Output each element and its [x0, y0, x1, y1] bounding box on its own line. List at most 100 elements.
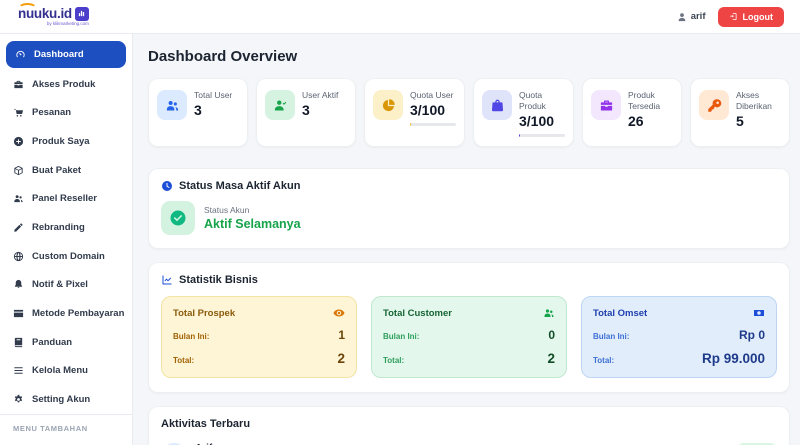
sidebar-item-label: Setting Akun	[32, 394, 90, 405]
stat-cards-row: Total User 3 User Aktif 3 Quota User 3/1…	[148, 78, 790, 147]
status-label: Status Akun	[204, 205, 301, 215]
logo-tagline: by klikmarketing.com	[18, 22, 89, 27]
main-content: Dashboard Overview Total User 3 User Akt…	[133, 34, 800, 445]
briefcase-icon	[591, 90, 621, 120]
stat-card-quota-produk: Quota Produk 3/100	[473, 78, 574, 147]
stat-row-value: 2	[547, 351, 555, 366]
sidebar-section-menu-tambahan: MENU TAMBAHAN	[0, 414, 132, 445]
stat-value: 3/100	[410, 102, 456, 118]
stat-label: Total User	[194, 90, 232, 101]
progress-fill	[519, 134, 520, 137]
stat-value: 3/100	[519, 113, 565, 129]
stat-row-value: Rp 0	[739, 328, 765, 342]
book-icon	[13, 337, 24, 348]
top-header: nuuku.id by klikmarketing.com arif Logou…	[0, 0, 800, 34]
stat-row-label: Total:	[173, 356, 194, 365]
pie-chart-icon	[373, 90, 403, 120]
stat-box-title: Total Prospek	[173, 308, 235, 319]
sidebar: Dashboard Akses Produk Pesanan Produk Sa…	[0, 34, 133, 445]
stats-section-title: Statistik Bisnis	[179, 274, 258, 286]
sidebar-item-label: Custom Domain	[32, 251, 105, 262]
stat-value: 5	[736, 113, 781, 129]
stat-card-produk-tersedia: Produk Tersedia 26	[582, 78, 682, 147]
key-icon	[699, 90, 729, 120]
page-title: Dashboard Overview	[148, 48, 790, 65]
globe-icon	[13, 251, 24, 262]
cart-icon	[13, 107, 24, 118]
shopping-bag-icon	[482, 90, 512, 120]
sidebar-item-panduan[interactable]: Panduan	[0, 328, 132, 357]
stat-row-value: 0	[548, 328, 555, 342]
stat-row-label: Total:	[383, 356, 404, 365]
pen-icon	[13, 222, 24, 233]
app-logo[interactable]: nuuku.id by klikmarketing.com	[18, 7, 89, 27]
credit-card-icon	[13, 308, 24, 319]
stat-value: 26	[628, 113, 673, 129]
status-section: Status Masa Aktif Akun Status Akun Aktif…	[148, 168, 790, 249]
stat-row-label: Bulan Ini:	[593, 332, 629, 341]
eye-icon	[333, 307, 345, 319]
logout-button[interactable]: Logout	[718, 7, 785, 27]
banknote-icon	[753, 307, 765, 319]
logo-text: nuuku.id	[18, 7, 72, 21]
sidebar-item-label: Panduan	[32, 337, 72, 348]
sidebar-item-label: Panel Reseller	[32, 193, 97, 204]
stat-row-value: 1	[338, 328, 345, 342]
user-menu[interactable]: arif	[677, 11, 706, 22]
quota-produk-progress	[519, 134, 565, 137]
stat-label: Quota User	[410, 90, 456, 101]
sidebar-item-pesanan[interactable]: Pesanan	[0, 98, 132, 127]
sidebar-item-notif-pixel[interactable]: Notif & Pixel	[0, 271, 132, 300]
sidebar-item-label: Dashboard	[34, 49, 84, 60]
users-icon	[543, 307, 555, 319]
sidebar-item-label: Kelola Menu	[32, 365, 88, 376]
sidebar-item-setting-akun[interactable]: Setting Akun	[0, 385, 132, 414]
sidebar-item-label: Akses Produk	[32, 79, 95, 90]
sidebar-item-akses-produk[interactable]: Akses Produk	[0, 70, 132, 99]
stat-box-title: Total Omset	[593, 308, 647, 319]
stat-row-value: 2	[337, 351, 345, 366]
stat-value: 3	[194, 102, 232, 118]
sidebar-item-label: Metode Pembayaran	[32, 308, 124, 319]
stat-row-label: Total:	[593, 356, 614, 365]
gear-icon	[13, 394, 24, 405]
sidebar-item-label: Notif & Pixel	[32, 279, 88, 290]
stat-box-title: Total Customer	[383, 308, 452, 319]
stat-box-total-omset: Total Omset Bulan Ini: Rp 0 Total: Rp 99.0…	[581, 296, 777, 378]
activity-section: Aktivitas Terbaru Arif @hub.saya15_17587…	[148, 406, 790, 445]
stat-label: Akses Diberikan	[736, 90, 781, 112]
stat-label: User Aktif	[302, 90, 338, 101]
list-icon	[13, 365, 24, 376]
stat-card-total-user: Total User 3	[148, 78, 248, 147]
quota-user-progress	[410, 123, 456, 126]
users-icon	[13, 193, 24, 204]
bar-chart-icon	[75, 7, 89, 21]
user-check-icon	[265, 90, 295, 120]
sidebar-item-metode-pembayaran[interactable]: Metode Pembayaran	[0, 299, 132, 328]
status-section-title: Status Masa Aktif Akun	[179, 180, 300, 192]
sidebar-item-rebranding[interactable]: Rebranding	[0, 213, 132, 242]
users-group-icon	[157, 90, 187, 120]
sidebar-item-label: Produk Saya	[32, 136, 90, 147]
stats-section: Statistik Bisnis Total Prospek Bulan Ini…	[148, 262, 790, 393]
sidebar-item-label: Buat Paket	[32, 165, 81, 176]
sidebar-item-dashboard[interactable]: Dashboard	[6, 41, 126, 68]
chart-line-icon	[161, 274, 173, 286]
stat-box-total-prospek: Total Prospek Bulan Ini: 1 Total: 2	[161, 296, 357, 378]
sidebar-item-panel-reseller[interactable]: Panel Reseller	[0, 184, 132, 213]
stat-card-quota-user: Quota User 3/100	[364, 78, 465, 147]
stat-row-value: Rp 99.000	[702, 351, 765, 366]
sidebar-item-produk-saya[interactable]: Produk Saya	[0, 127, 132, 156]
stat-card-akses-diberikan: Akses Diberikan 5	[690, 78, 790, 147]
sidebar-item-buat-paket[interactable]: Buat Paket	[0, 156, 132, 185]
sidebar-item-kelola-menu[interactable]: Kelola Menu	[0, 357, 132, 386]
sidebar-item-label: Pesanan	[32, 107, 71, 118]
activity-section-title: Aktivitas Terbaru	[161, 418, 777, 430]
plus-circle-icon	[13, 136, 24, 147]
logout-label: Logout	[743, 12, 774, 22]
sidebar-item-label: Rebranding	[32, 222, 85, 233]
sidebar-item-custom-domain[interactable]: Custom Domain	[0, 242, 132, 271]
stat-row-label: Bulan Ini:	[173, 332, 209, 341]
user-icon	[677, 12, 687, 22]
bell-icon	[13, 279, 24, 290]
